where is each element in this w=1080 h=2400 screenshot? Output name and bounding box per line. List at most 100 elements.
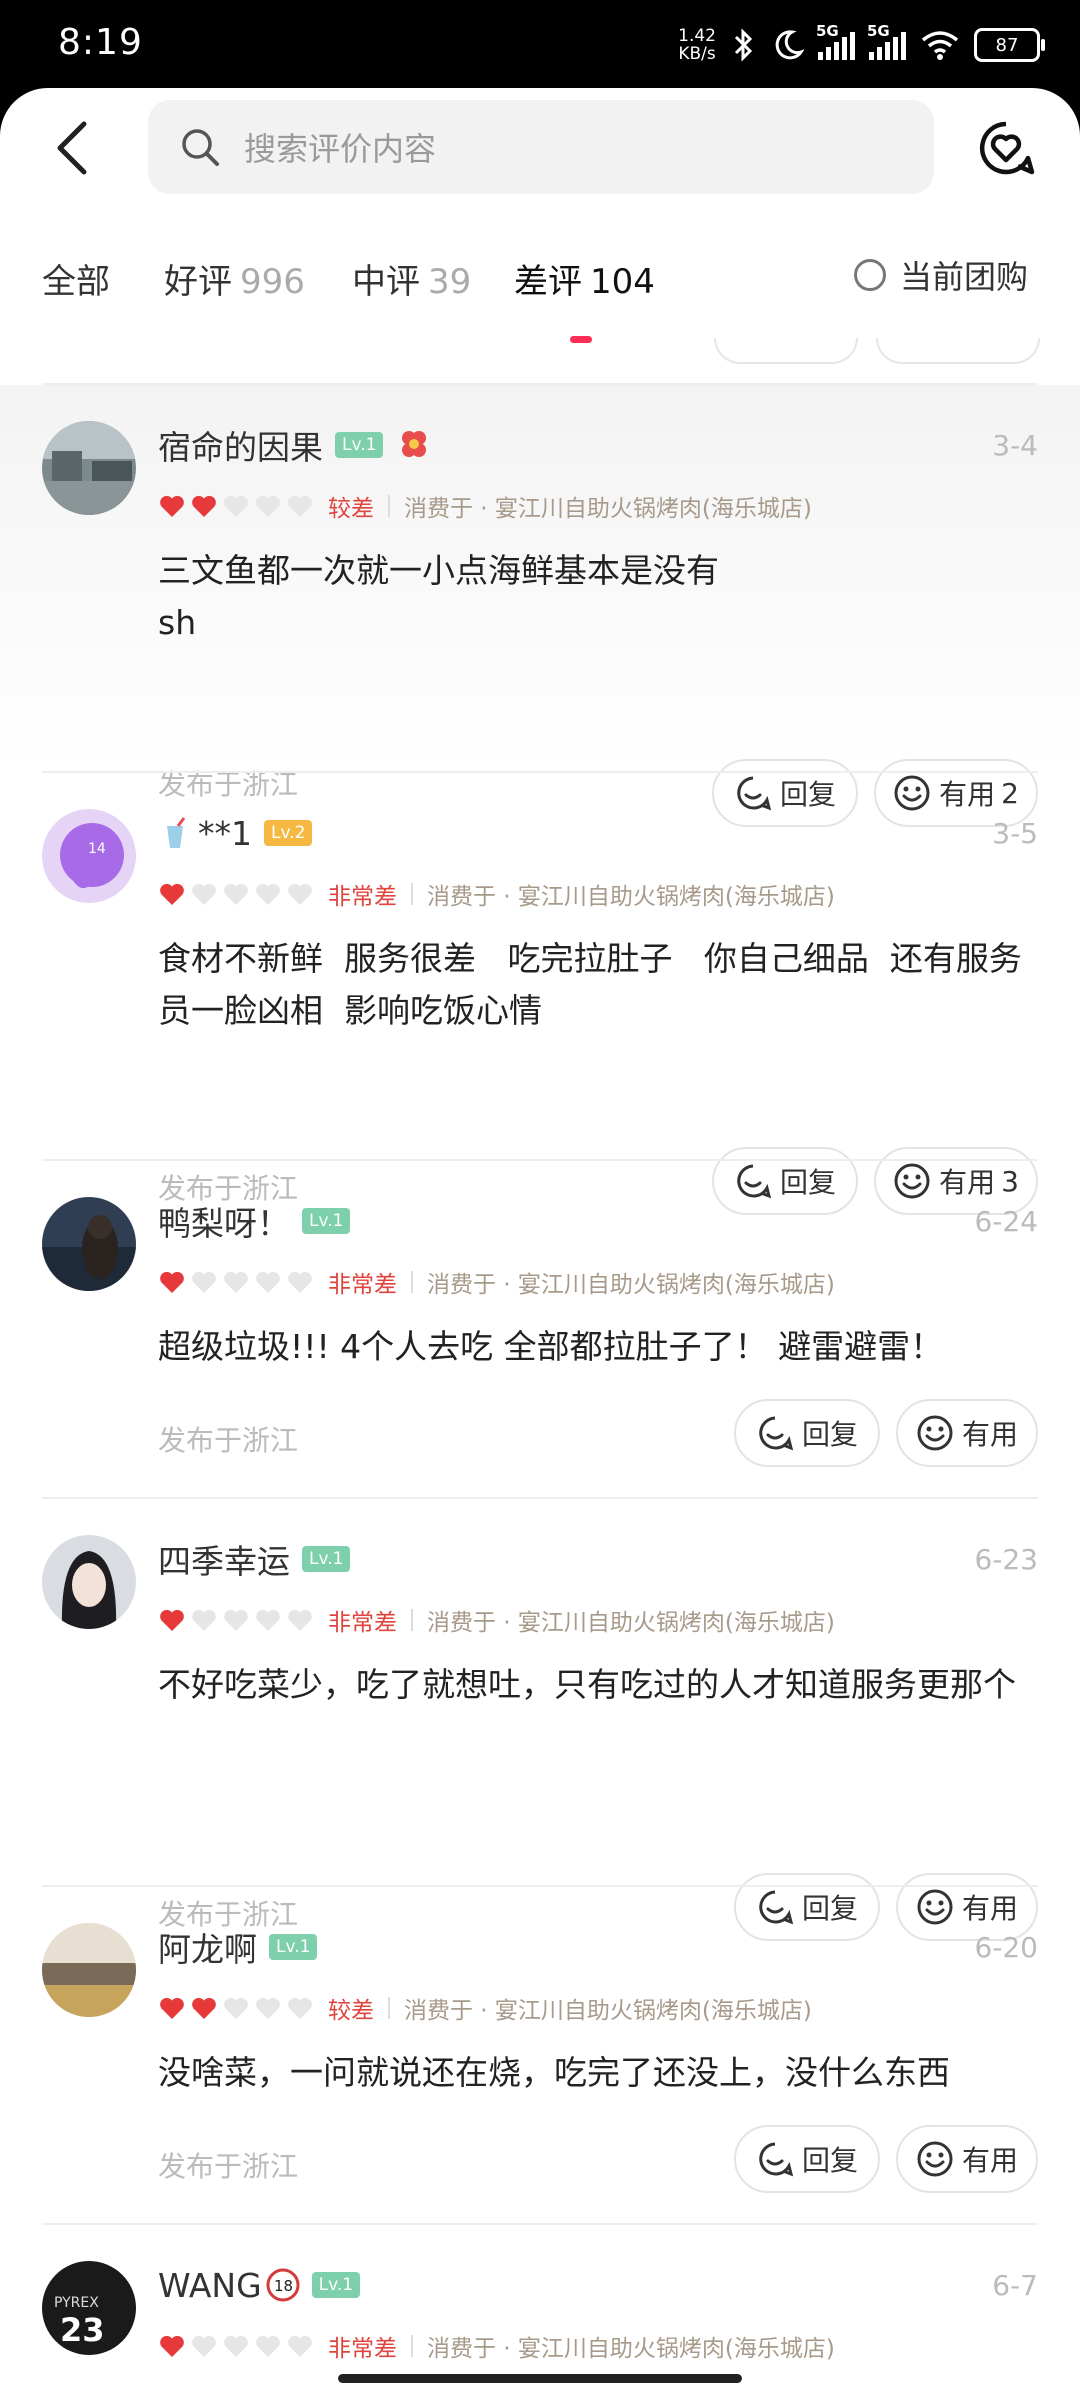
review-item: 宿命的因果 Lv.1 3-4 较差 消费于 · 宴江川自助火锅烤肉(海乐城店) … — [0, 385, 1080, 827]
status-bar: 8:19 1.42 KB/s 5G 5G 87 — [0, 0, 1080, 90]
avatar[interactable] — [42, 421, 136, 515]
consumed-at[interactable]: 消费于 · 宴江川自助火锅烤肉(海乐城店) — [427, 1603, 835, 1637]
heart-empty-icon — [192, 883, 216, 905]
avatar-photo — [42, 1197, 136, 1291]
consumed-at[interactable]: 消费于 · 宴江川自助火锅烤肉(海乐城店) — [404, 489, 812, 523]
review-date: 6-7 — [992, 2269, 1038, 2302]
bluetooth-icon — [734, 28, 753, 62]
reviewer-name[interactable]: 四季幸运 — [158, 1535, 290, 1583]
level-badge: Lv.2 — [264, 820, 313, 846]
prev-useful-button[interactable] — [876, 338, 1040, 364]
useful-button[interactable]: 有用 — [896, 2125, 1038, 2193]
rating-row: 较差 消费于 · 宴江川自助火锅烤肉(海乐城店) — [158, 489, 812, 523]
review-text: 超级垃圾!!! 4个人去吃 全部都拉肚子了！ 避雷避雷！ — [158, 1327, 944, 1366]
rating-text: 非常差 — [328, 1610, 397, 1636]
heart-rating — [158, 1994, 314, 2022]
rating-text: 非常差 — [328, 1272, 397, 1298]
avatar[interactable] — [42, 1923, 136, 2017]
reviewer-name[interactable]: 阿龙啊 — [158, 1923, 257, 1971]
avatar-photo — [42, 421, 136, 515]
tab-neutral[interactable]: 中评 39 — [352, 254, 471, 303]
heart-empty-icon — [224, 495, 248, 517]
heart-empty-icon — [288, 495, 312, 517]
tab-bad[interactable]: 差评 104 — [514, 254, 655, 303]
heart-rating — [158, 1268, 314, 1296]
reviewer-name[interactable]: 鸭梨呀！ — [158, 1197, 290, 1245]
avatar-photo: PYREX23 — [42, 2261, 136, 2355]
rating-text: 非常差 — [328, 884, 397, 910]
location-text: 发布于浙江 — [158, 1424, 299, 1457]
rating-row: 较差 消费于 · 宴江川自助火锅烤肉(海乐城店) — [158, 1991, 812, 2025]
back-arrow-icon[interactable] — [46, 118, 106, 178]
avatar[interactable] — [42, 1197, 136, 1291]
signal-1-icon: 5G — [816, 22, 855, 60]
medal-icon — [402, 431, 427, 457]
review-text: 食材不新鲜 服务很差 吃完拉肚子 你自己细品 还有服务员一脸凶相 影响吃饭心情 — [158, 939, 1022, 1030]
reply-button[interactable]: 回复 — [734, 1399, 880, 1467]
heart-empty-icon — [192, 1271, 216, 1293]
reviews-screen: 搜索评价内容 全部 好评 996 中评 39 差评 104 当前团购 宿命的因果 Lv… — [0, 88, 1080, 2400]
tab-good[interactable]: 好评 996 — [164, 254, 305, 303]
heart-empty-icon — [224, 1271, 248, 1293]
rating-row: 非常差 消费于 · 宴江川自助火锅烤肉(海乐城店) — [158, 1603, 835, 1637]
prev-reply-button[interactable] — [714, 338, 858, 364]
avatar[interactable]: PYREX 23 — [42, 2261, 136, 2355]
wifi-icon — [921, 31, 959, 60]
current-group-toggle[interactable]: 当前团购 — [854, 252, 1028, 298]
heart-filled-icon — [192, 1997, 216, 2019]
heart-empty-icon — [256, 2335, 280, 2357]
rating-row: 非常差 消费于 · 宴江川自助火锅烤肉(海乐城店) — [158, 1265, 835, 1299]
heart-empty-icon — [288, 1609, 312, 1631]
search-input[interactable]: 搜索评价内容 — [148, 100, 934, 194]
moon-icon — [775, 30, 804, 60]
heart-filled-icon — [160, 1997, 184, 2019]
rating-row: 非常差 消费于 · 宴江川自助火锅烤肉(海乐城店) — [158, 2329, 835, 2363]
review-item: 阿龙啊 Lv.1 6-20 较差 消费于 · 宴江川自助火锅烤肉(海乐城店) 没… — [0, 1887, 1080, 2223]
consumed-at[interactable]: 消费于 · 宴江川自助火锅烤肉(海乐城店) — [404, 1991, 812, 2025]
review-text: 没啥菜，一问就说还在烧，吃完了还没上，没什么东西 — [158, 2053, 950, 2092]
heart-rating — [158, 2332, 314, 2360]
consumed-at[interactable]: 消费于 · 宴江川自助火锅烤肉(海乐城店) — [427, 1265, 835, 1299]
svg-text:18: 18 — [274, 2277, 293, 2295]
level-badge: Lv.1 — [269, 1934, 318, 1960]
search-placeholder: 搜索评价内容 — [244, 130, 437, 168]
level-badge: Lv.1 — [302, 1546, 351, 1572]
consumed-at[interactable]: 消费于 · 宴江川自助火锅烤肉(海乐城店) — [427, 2329, 835, 2363]
heart-rating — [158, 492, 314, 520]
customer-service-icon[interactable] — [976, 118, 1036, 178]
review-date: 6-20 — [974, 1931, 1038, 1964]
review-date: 3-4 — [992, 429, 1038, 462]
heart-filled-icon — [160, 883, 184, 905]
reviewer-name[interactable]: WANG — [158, 2266, 262, 2305]
tab-all[interactable]: 全部 — [42, 254, 110, 303]
heart-empty-icon — [256, 1271, 280, 1293]
heart-empty-icon — [288, 1271, 312, 1293]
heart-rating — [158, 1606, 314, 1634]
reviewer-name[interactable]: 宿命的因果 — [158, 421, 323, 469]
heart-empty-icon — [288, 1997, 312, 2019]
heart-empty-icon — [256, 883, 280, 905]
rating-text: 较差 — [328, 1998, 374, 2024]
rating-text: 非常差 — [328, 2336, 397, 2362]
tabs-fade — [760, 238, 820, 318]
avatar-photo — [42, 1535, 136, 1629]
heart-empty-icon — [224, 2335, 248, 2357]
useful-button[interactable]: 有用 — [896, 1399, 1038, 1467]
level-badge: Lv.1 — [311, 2272, 361, 2298]
heart-empty-icon — [256, 1997, 280, 2019]
reviewer-name[interactable]: **1 — [198, 814, 252, 853]
smile-icon — [917, 1415, 953, 1451]
reply-button[interactable]: 回复 — [734, 2125, 880, 2193]
consumed-at[interactable]: 消费于 · 宴江川自助火锅烤肉(海乐城店) — [427, 877, 835, 911]
review-item: 鸭梨呀！ Lv.1 6-24 非常差 消费于 · 宴江川自助火锅烤肉(海乐城店)… — [0, 1161, 1080, 1497]
status-time: 8:19 — [58, 22, 143, 63]
home-indicator — [338, 2374, 742, 2383]
heart-filled-icon — [192, 495, 216, 517]
avatar[interactable]: 14 — [42, 809, 136, 903]
heart-empty-icon — [288, 883, 312, 905]
active-tab-indicator — [570, 336, 592, 343]
avatar[interactable] — [42, 1535, 136, 1629]
filter-tabs: 全部 好评 996 中评 39 差评 104 当前团购 — [0, 228, 1080, 343]
network-speed: 1.42 KB/s — [678, 26, 716, 64]
review-date: 6-23 — [974, 1543, 1038, 1576]
